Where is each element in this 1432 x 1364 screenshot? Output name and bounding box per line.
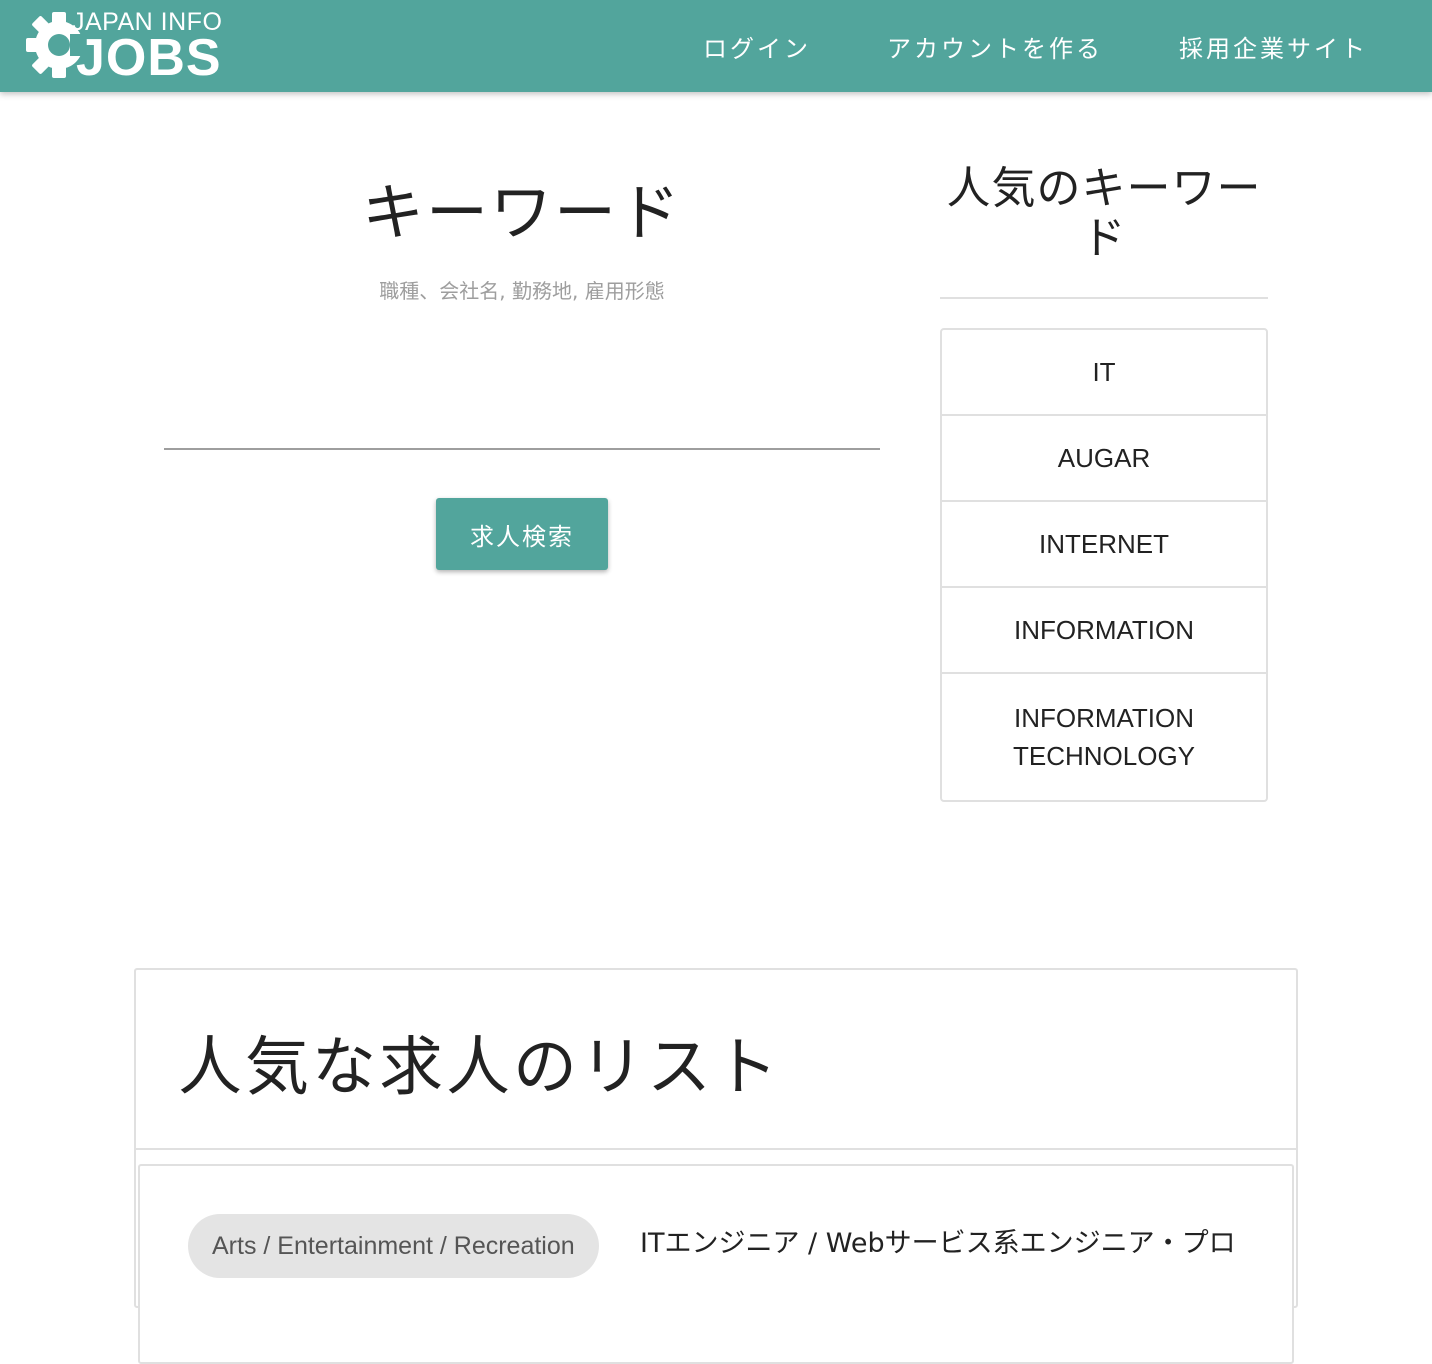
popular-keywords-divider [940,297,1268,299]
job-search-button[interactable]: 求人検索 [436,498,608,570]
job-list-item[interactable]: Arts / Entertainment / Recreation ITエンジニ… [138,1164,1294,1364]
keyword-search-input[interactable] [164,396,880,450]
search-hint: 職種、会社名, 勤務地, 雇用形態 [379,279,665,303]
popular-keywords-title: 人気のキーワード [946,163,1262,264]
popular-jobs-card: 人気な求人のリスト Arts / Entertainment / Recreat… [134,968,1298,1364]
nav-create-account-link[interactable]: アカウントを作る [887,29,1103,64]
keyword-item-internet[interactable]: INTERNET [942,502,1266,588]
popular-jobs-title: 人気な求人のリスト [178,1031,781,1105]
nav-login-link[interactable]: ログイン [703,29,811,64]
logo-main-text: JOBS [76,29,222,87]
nav-employer-site-link[interactable]: 採用企業サイト [1179,29,1368,64]
job-title-link[interactable]: ITエンジニア / Webサービス系エンジニア・プロ [640,1224,1280,1264]
popular-jobs-divider [136,1148,1296,1150]
top-navbar: JAPAN INFO JOBS ログイン アカウントを作る 採用企業サイト [0,0,1432,92]
job-category-chip[interactable]: Arts / Entertainment / Recreation [188,1214,599,1278]
keyword-item-augar[interactable]: AUGAR [942,416,1266,502]
keyword-item-it[interactable]: IT [942,330,1266,416]
popular-keywords-list: IT AUGAR INTERNET INFORMATION INFORMATIO… [940,328,1268,802]
keyword-item-information-technology[interactable]: INFORMATION TECHNOLOGY [942,674,1266,800]
site-logo[interactable]: JAPAN INFO JOBS [26,8,236,87]
header-nav: ログイン アカウントを作る 採用企業サイト [627,0,1368,92]
keyword-item-information[interactable]: INFORMATION [942,588,1266,674]
search-title: キーワード [361,176,682,249]
